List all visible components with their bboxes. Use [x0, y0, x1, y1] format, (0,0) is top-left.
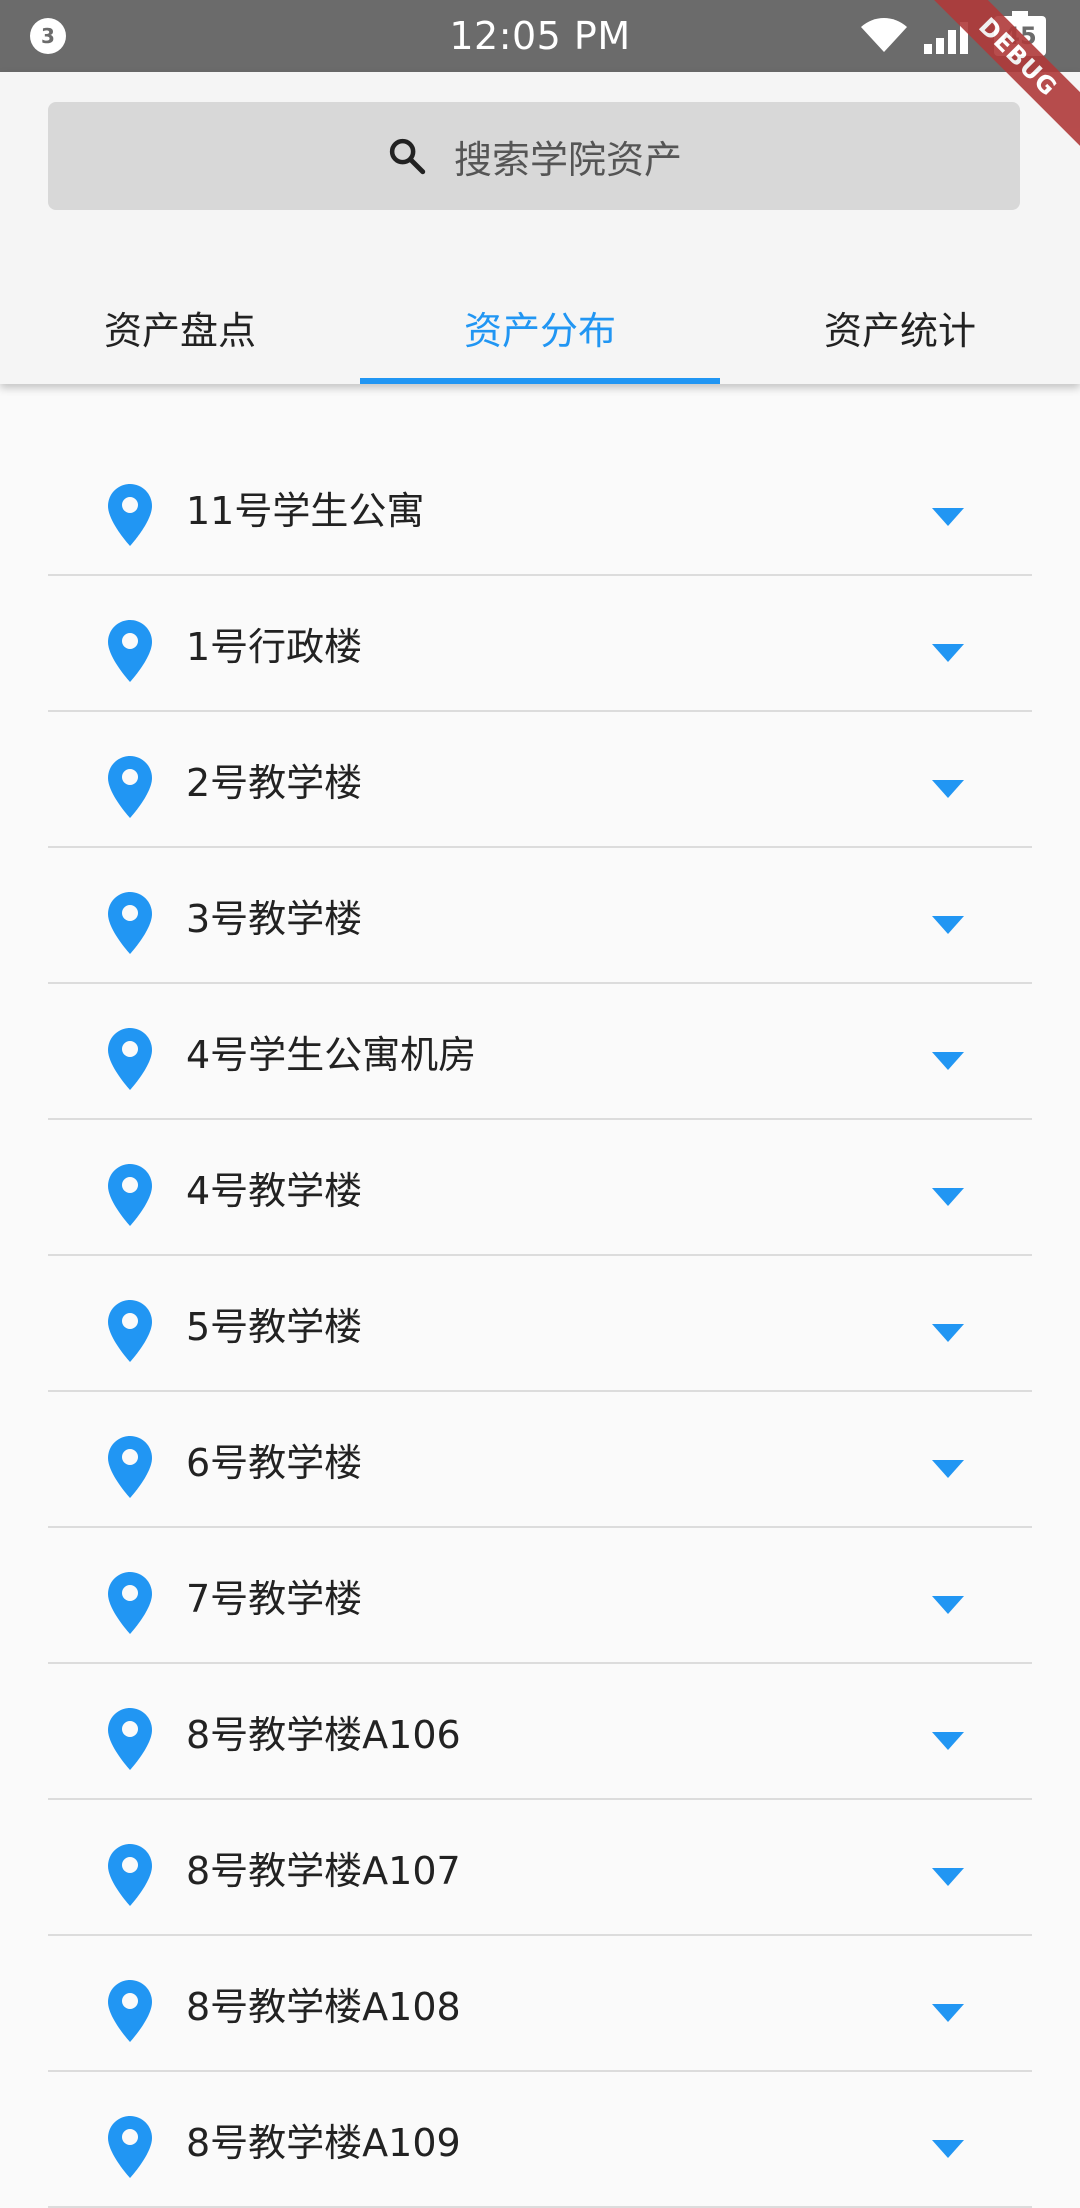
location-label: 8号教学楼A109	[186, 2120, 461, 2165]
location-pin-icon	[108, 2116, 152, 2178]
location-label: 8号教学楼A106	[186, 1712, 461, 1757]
chevron-down-icon[interactable]	[932, 916, 964, 934]
active-tab-indicator	[360, 378, 720, 384]
status-time: 12:05 PM	[449, 14, 631, 58]
location-list-item[interactable]: 5号教学楼	[48, 1256, 1032, 1392]
location-label: 3号教学楼	[186, 896, 363, 941]
location-list-item[interactable]: 8号教学楼A109	[48, 2072, 1032, 2208]
location-label: 5号教学楼	[186, 1304, 363, 1349]
tab-label: 资产盘点	[103, 308, 256, 353]
location-list-item[interactable]: 8号教学楼A106	[48, 1664, 1032, 1800]
location-label: 2号教学楼	[186, 760, 363, 805]
location-list-item[interactable]: 8号教学楼A107	[48, 1800, 1032, 1936]
chevron-down-icon[interactable]	[932, 2140, 964, 2158]
chevron-down-icon[interactable]	[932, 2004, 964, 2022]
location-pin-icon	[108, 620, 152, 682]
location-label: 4号教学楼	[186, 1168, 363, 1213]
location-pin-icon	[108, 756, 152, 818]
location-pin-icon	[108, 1844, 152, 1906]
chevron-down-icon[interactable]	[932, 1188, 964, 1206]
chevron-down-icon[interactable]	[932, 780, 964, 798]
chevron-down-icon[interactable]	[932, 1460, 964, 1478]
location-pin-icon	[108, 1572, 152, 1634]
status-bar: 3 12:05 PM 45	[0, 0, 1080, 72]
location-list-item[interactable]: 8号教学楼A108	[48, 1936, 1032, 2072]
location-list-item[interactable]: 2号教学楼	[48, 712, 1032, 848]
tab-label: 资产分布	[463, 308, 616, 353]
tab-bar: 资产盘点 资产分布 资产统计	[0, 270, 1080, 384]
location-pin-icon	[108, 1028, 152, 1090]
search-placeholder: 搜索学院资产	[453, 137, 682, 182]
app-header: 搜索学院资产 资产盘点 资产分布 资产统计	[0, 72, 1080, 384]
location-list-item[interactable]: 3号教学楼	[48, 848, 1032, 984]
location-list: 11号学生公寓 1号行政楼 2号教学楼 3号教学楼 4号学生公寓机房 4号教学楼 5号教学楼…	[48, 440, 1032, 2208]
tab-statistics[interactable]: 资产统计	[720, 270, 1080, 384]
chevron-down-icon[interactable]	[932, 1052, 964, 1070]
chevron-down-icon[interactable]	[932, 644, 964, 662]
location-pin-icon	[108, 1980, 152, 2042]
location-label: 11号学生公寓	[186, 488, 425, 533]
location-label: 8号教学楼A107	[186, 1848, 461, 1893]
location-label: 6号教学楼	[186, 1440, 363, 1485]
tab-label: 资产统计	[823, 308, 976, 353]
location-label: 1号行政楼	[186, 624, 363, 669]
chevron-down-icon[interactable]	[932, 1732, 964, 1750]
chevron-down-icon[interactable]	[932, 1596, 964, 1614]
location-list-item[interactable]: 11号学生公寓	[48, 440, 1032, 576]
location-list-item[interactable]: 4号学生公寓机房	[48, 984, 1032, 1120]
chevron-down-icon[interactable]	[932, 1324, 964, 1342]
battery-icon: 45	[994, 11, 1046, 56]
location-pin-icon	[108, 484, 152, 546]
location-label: 4号学生公寓机房	[186, 1032, 477, 1077]
location-pin-icon	[108, 1436, 152, 1498]
location-pin-icon	[108, 1300, 152, 1362]
cellular-signal-icon	[924, 22, 968, 54]
chevron-down-icon[interactable]	[932, 1868, 964, 1886]
location-pin-icon	[108, 1164, 152, 1226]
location-list-item[interactable]: 4号教学楼	[48, 1120, 1032, 1256]
location-label: 8号教学楼A108	[186, 1984, 461, 2029]
chevron-down-icon[interactable]	[932, 508, 964, 526]
search-icon	[389, 138, 426, 175]
location-list-item[interactable]: 1号行政楼	[48, 576, 1032, 712]
location-label: 7号教学楼	[186, 1576, 363, 1621]
tab-distribution[interactable]: 资产分布	[360, 270, 720, 384]
search-bar[interactable]: 搜索学院资产	[48, 102, 1020, 210]
location-list-item[interactable]: 7号教学楼	[48, 1528, 1032, 1664]
location-pin-icon	[108, 1708, 152, 1770]
tab-inventory[interactable]: 资产盘点	[0, 270, 360, 384]
wifi-icon	[861, 18, 907, 52]
location-pin-icon	[108, 892, 152, 954]
location-list-item[interactable]: 6号教学楼	[48, 1392, 1032, 1528]
